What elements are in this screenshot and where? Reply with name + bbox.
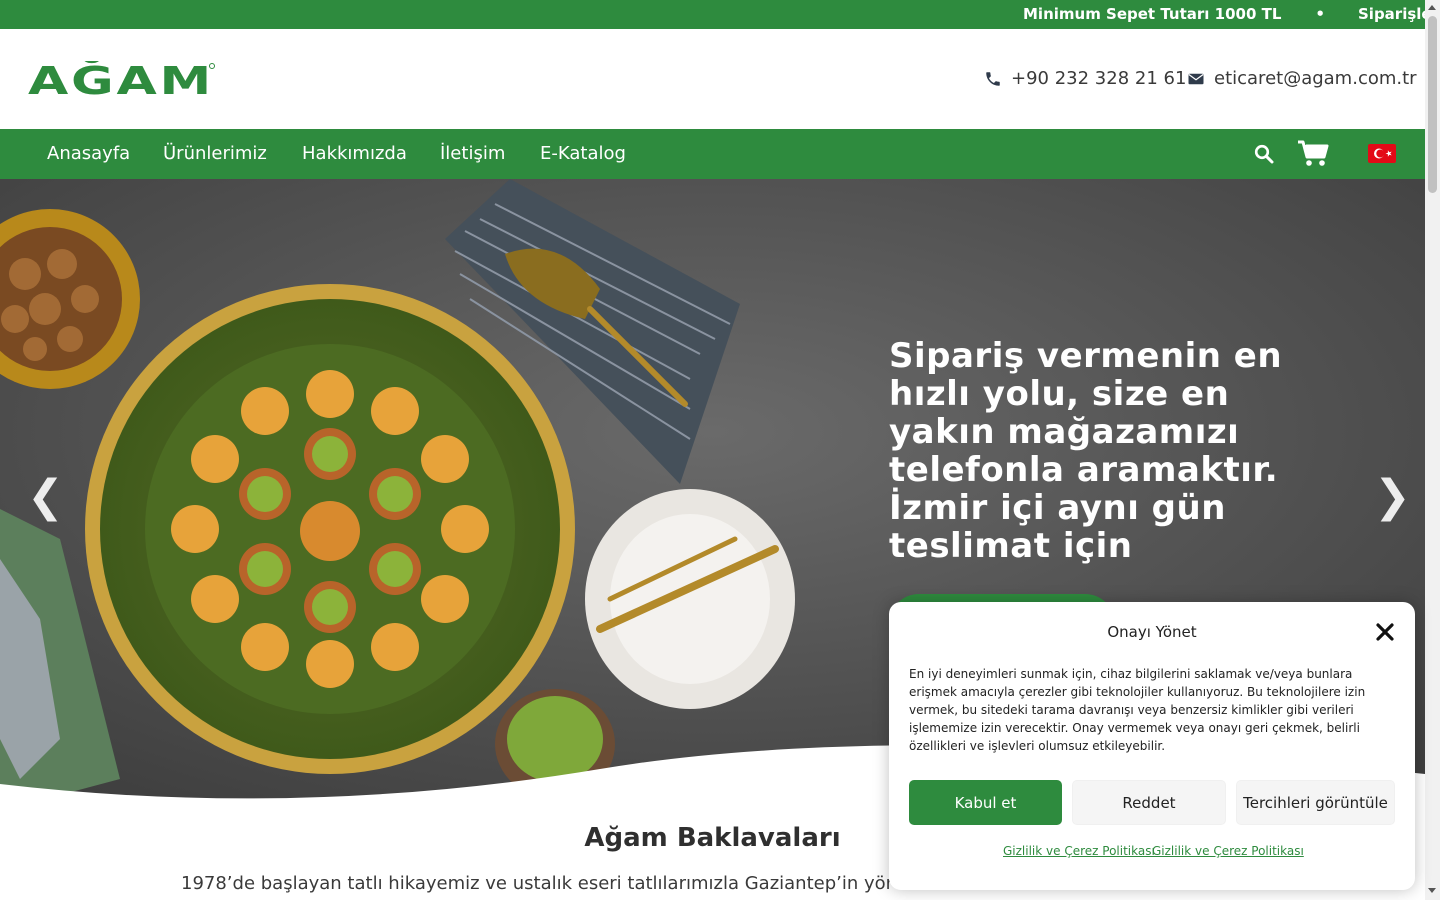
- next-slide-arrow[interactable]: ❯: [1374, 471, 1411, 522]
- scroll-thumb[interactable]: [1428, 16, 1437, 193]
- search-icon[interactable]: [1254, 144, 1274, 168]
- phone-number: +90 232 328 21 61: [1011, 68, 1187, 89]
- cookie-dialog-body: En iyi deneyimleri sunmak için, cihaz bi…: [909, 667, 1366, 753]
- deny-cookies-button[interactable]: Reddet: [1072, 780, 1226, 825]
- nav-item-products[interactable]: Ürünlerimiz: [163, 143, 267, 164]
- ticker-separator: •: [1315, 5, 1325, 23]
- logo-wordmark: AĞAM: [28, 59, 215, 103]
- view-preferences-button[interactable]: Tercihleri görüntüle: [1236, 780, 1395, 825]
- announcement-ticker: Minimum Sepet Tutarı 1000 TL • Siparişle…: [0, 0, 1425, 29]
- ticker-item-orders: Siparişler: [1358, 5, 1425, 23]
- hero-headline: Sipariş vermenin en hızlı yolu, size en …: [889, 336, 1283, 566]
- main-navigation: Anasayfa Ürünlerimiz Hakkımızda İletişim…: [0, 129, 1425, 179]
- cookie-dialog-title: Onayı Yönet: [1107, 623, 1197, 641]
- section-intro-text: 1978’de başlayan tatlı hikayemiz ve usta…: [181, 873, 966, 894]
- phone-contact[interactable]: +90 232 328 21 61: [984, 68, 1186, 89]
- cookie-consent-dialog: Onayı Yönet En iyi deneyimleri sunmak iç…: [889, 602, 1415, 890]
- nav-item-ecatalog[interactable]: E-Katalog: [540, 143, 626, 164]
- turkish-flag-icon[interactable]: [1368, 144, 1396, 167]
- nav-item-home[interactable]: Anasayfa: [47, 143, 130, 164]
- accept-cookies-button[interactable]: Kabul et: [909, 780, 1062, 825]
- prev-slide-arrow[interactable]: ❮: [27, 471, 64, 522]
- site-header: AĞAM +90 232 328 21 61 eticaret@agam.com…: [0, 29, 1425, 129]
- cart-icon[interactable]: [1297, 140, 1329, 172]
- cookie-policy-link[interactable]: Gizlilik ve Çerez Politikası: [1152, 844, 1304, 858]
- scroll-down-arrow-icon[interactable]: [1428, 888, 1436, 893]
- scroll-up-arrow-icon[interactable]: [1428, 5, 1436, 10]
- email-address: eticaret@agam.com.tr: [1214, 68, 1417, 89]
- agam-logo[interactable]: AĞAM: [28, 59, 218, 103]
- envelope-icon: [1188, 73, 1204, 84]
- page-scrollbar[interactable]: [1425, 0, 1440, 900]
- close-icon[interactable]: [1375, 622, 1395, 642]
- phone-icon: [986, 71, 1000, 86]
- svg-text:AĞAM: AĞAM: [28, 61, 214, 97]
- email-contact[interactable]: eticaret@agam.com.tr: [1187, 68, 1417, 89]
- page: Minimum Sepet Tutarı 1000 TL • Siparişle…: [0, 0, 1440, 900]
- nav-item-contact[interactable]: İletişim: [440, 143, 505, 164]
- nav-item-about[interactable]: Hakkımızda: [302, 143, 407, 164]
- ticker-item-min-basket: Minimum Sepet Tutarı 1000 TL: [1023, 5, 1282, 23]
- privacy-policy-link[interactable]: Gizlilik ve Çerez Politikası: [1003, 844, 1155, 858]
